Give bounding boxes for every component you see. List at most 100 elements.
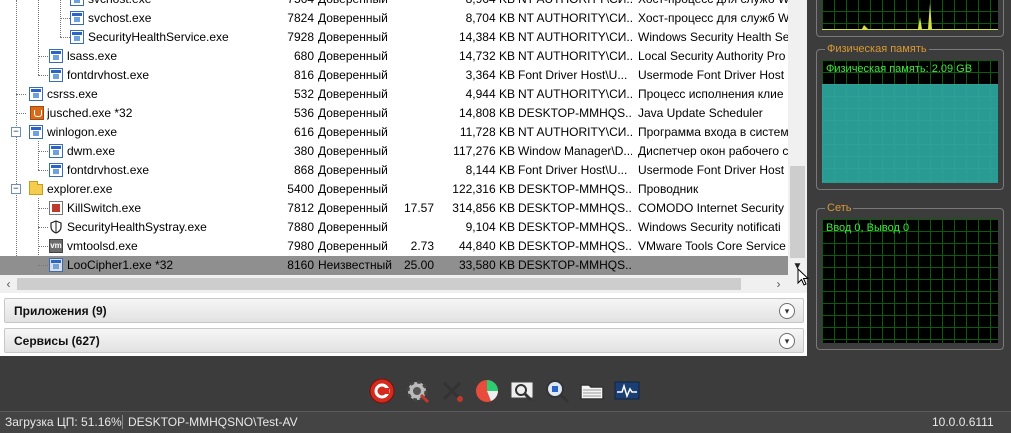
application-icon [49,258,63,272]
process-cpu: 25.00 [403,258,434,272]
folder-icon[interactable] [578,377,606,405]
process-pid: 7880 [287,220,314,234]
application-icon [49,163,63,177]
table-row[interactable]: − explorer.exe 5400 Доверенный 122,316 K… [0,180,788,199]
process-name: fontdrvhost.exe [67,163,150,177]
scrollbar-thumb[interactable] [790,166,805,258]
process-description: Java Update Scheduler [638,106,763,120]
process-pid: 816 [293,68,314,82]
process-memory: 14,384 KB [458,30,515,44]
process-memory: 11,728 KB [459,125,515,139]
process-pid: 532 [293,87,314,101]
process-user: NT AUTHORITY\СИ... [518,87,632,101]
process-user: DESKTOP-MMHQS... [518,258,632,272]
applications-section[interactable]: Приложения (9) ▾ [4,298,804,323]
process-user: DESKTOP-MMHQS... [518,220,632,234]
vertical-scrollbar[interactable]: ▼ [788,0,807,275]
table-row[interactable]: dwm.exe 380 Доверенный 117,276 KB Window… [0,142,788,161]
table-row[interactable]: SecurityHealthSystray.exe 7880 Доверенны… [0,218,788,237]
search-process-icon[interactable] [543,377,571,405]
settings-gear-icon[interactable] [403,377,431,405]
process-description: Windows Security Health Se [638,30,788,44]
process-pid: 7928 [287,30,314,44]
network-graph-box: Сеть Ввод 0, Вывод 0 [816,202,1004,350]
table-row[interactable]: SecurityHealthService.exe 7928 Доверенны… [0,28,788,47]
process-pid: 7980 [287,239,314,253]
killswitch-icon [49,201,63,215]
toolbar [368,377,648,407]
process-memory: 8,964 KB [438,0,515,9]
shield-icon [49,220,63,234]
network-monitor-icon[interactable] [613,377,641,405]
collapse-toggle[interactable]: − [11,184,21,194]
section-title: Приложения (9) [14,304,107,318]
table-row[interactable]: svchost.exe 7824 Доверенный 8,704 KB NT … [0,9,788,28]
horizontal-scrollbar[interactable]: ‹ › [0,275,788,293]
process-cpu [396,104,434,123]
process-name: csrss.exe [47,87,98,101]
process-user: NT AUTHORITY\СИ... [518,125,632,139]
scroll-right-icon[interactable]: › [770,275,787,293]
process-memory: 8,704 KB [465,11,515,25]
pie-chart-icon[interactable] [473,377,501,405]
comodo-logo-icon[interactable] [368,377,396,405]
process-description: Usermode Font Driver Host [638,163,785,177]
process-pid: 7824 [287,11,314,25]
collapse-toggle[interactable]: − [11,127,21,137]
services-section[interactable]: Сервисы (627) ▾ [4,328,804,353]
process-user: Window Manager\D... [518,144,632,158]
scroll-left-icon[interactable]: ‹ [0,275,17,293]
table-row[interactable]: jusched.exe *32 536 Доверенный 14,808 KB… [0,104,788,123]
process-cpu: 17.57 [403,201,434,215]
process-memory: 314,856 KB [452,201,515,215]
process-memory: 117,276 KB [453,144,515,158]
process-user: Font Driver Host\U... [518,163,628,177]
process-user: DESKTOP-MMHQS... [518,106,632,120]
network-graph-title: Сеть [825,202,854,214]
process-cpu [396,218,434,237]
section-title: Сервисы (627) [14,334,100,348]
process-name: vmtoolsd.exe [67,239,138,253]
table-row[interactable]: fontdrvhost.exe 868 Доверенный 8,144 KB … [0,161,788,180]
table-row[interactable]: lsass.exe 680 Доверенный 14,732 KB NT AU… [0,47,788,66]
process-memory: 8,144 KB [465,163,515,177]
process-cpu [396,47,434,66]
find-icon[interactable] [508,377,536,405]
table-row[interactable]: − winlogon.exe 616 Доверенный 11,728 KB … [0,123,788,142]
process-description: Процесс исполнения клие [638,87,784,101]
process-pid: 380 [293,144,314,158]
process-cpu [396,0,434,9]
chevron-down-icon[interactable]: ▾ [779,303,795,319]
mouse-cursor-icon [797,268,809,286]
memory-graph-title: Физическая память [825,43,929,55]
process-description: Программа входа в систем [638,125,788,139]
network-graph: Ввод 0, Вывод 0 [822,219,998,343]
process-description: VMware Tools Core Service [638,239,786,253]
table-row[interactable]: KillSwitch.exe 7812 Доверенный 17.57 314… [0,199,788,218]
process-description: Local Security Authority Pro [638,49,786,63]
table-row[interactable]: svchost.exe 7564 Доверенный 8,964 KB NT … [0,0,788,9]
process-description: Диспетчер окон рабочего с [638,144,788,158]
chevron-down-icon[interactable]: ▾ [779,333,795,349]
process-description: COMODO Internet Security [638,201,785,215]
table-row[interactable]: vm vmtoolsd.exe 7980 Доверенный 2.73 44,… [0,237,788,256]
process-name: LooCipher1.exe *32 [67,258,174,272]
scrollbar-thumb[interactable] [17,278,741,290]
kill-process-icon[interactable] [438,377,466,405]
table-row[interactable]: csrss.exe 532 Доверенный 4,944 KB NT AUT… [0,85,788,104]
process-name: dwm.exe [67,144,116,158]
process-cpu [396,66,434,85]
table-row[interactable]: fontdrvhost.exe 816 Доверенный 3,364 KB … [0,66,788,85]
application-icon [29,125,43,139]
status-bar: Загрузка ЦП: 51.16% DESKTOP-MMHQSNO\Test… [0,411,1011,433]
process-user: DESKTOP-MMHQS... [518,239,632,253]
process-memory: 3,364 KB [465,68,515,82]
process-name: lsass.exe [67,49,118,63]
process-cpu [396,180,434,199]
process-cpu [396,28,434,47]
table-row-selected[interactable]: LooCipher1.exe *32 8160 Неизвестный 25.0… [0,256,788,275]
process-memory: 33,580 KB [458,258,515,272]
process-name: svchost.exe [88,0,151,9]
process-cpu: 2.73 [410,239,434,253]
network-graph-label: Ввод 0, Вывод 0 [826,222,910,234]
